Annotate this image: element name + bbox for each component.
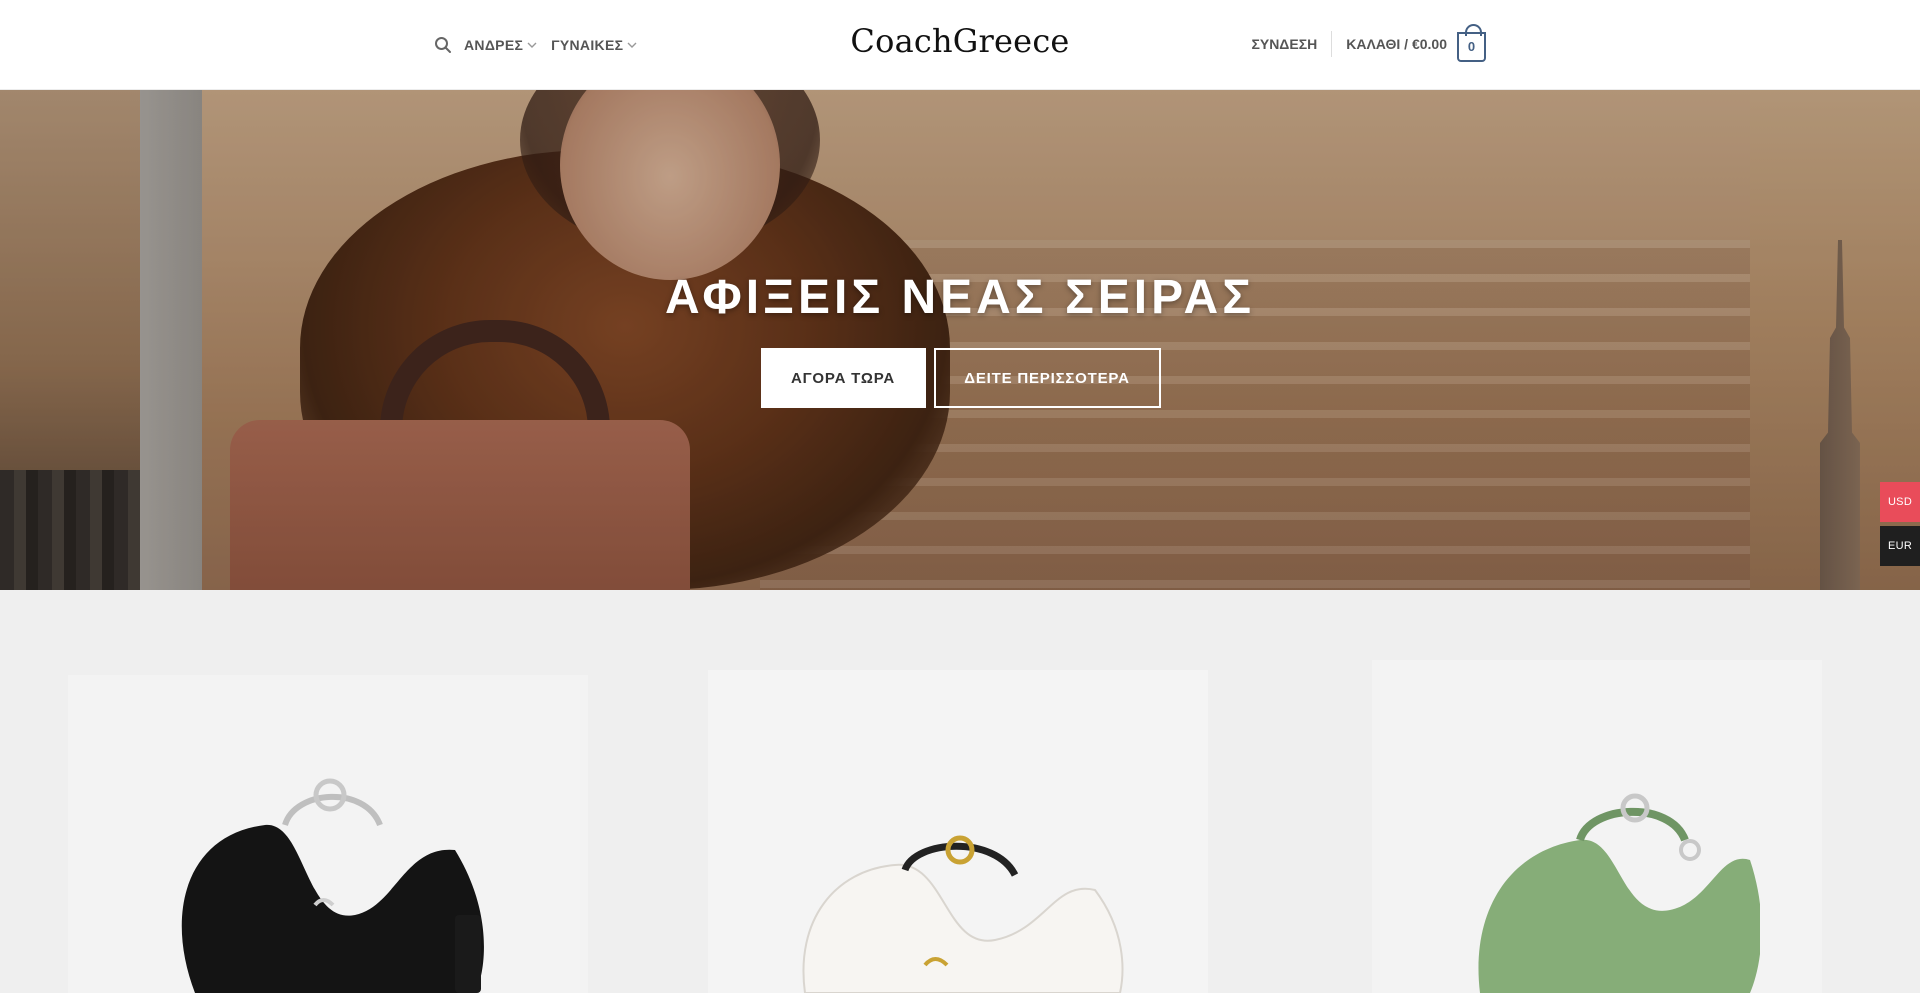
nav-item-label: ΑΝΔΡΕΣ xyxy=(464,37,524,53)
chevron-down-icon xyxy=(527,42,537,48)
chevron-down-icon xyxy=(627,42,637,48)
hero-content: ΑΦΙΞΕΙΣ ΝΕΑΣ ΣΕΙΡΑΣ ΑΓΟΡΑ ΤΩΡΑ ΔΕΙΤΕ ΠΕΡ… xyxy=(0,90,1920,590)
hero-title: ΑΦΙΞΕΙΣ ΝΕΑΣ ΣΕΙΡΑΣ xyxy=(664,271,1256,324)
nav-item-label: ΓΥΝΑΙΚΕΣ xyxy=(551,37,624,53)
main-nav: ΑΝΔΡΕΣ ΓΥΝΑΙΚΕΣ xyxy=(434,30,651,60)
account-nav: ΣΥΝΔΕΣΗ ΚΑΛΑΘΙ / €0.00 0 xyxy=(1251,23,1486,62)
currency-eur-button[interactable]: EUR xyxy=(1880,526,1920,566)
cart-count: 0 xyxy=(1467,39,1476,54)
nav-item-women[interactable]: ΓΥΝΑΙΚΕΣ xyxy=(551,37,637,53)
hero-banner: ΑΦΙΞΕΙΣ ΝΕΑΣ ΣΕΙΡΑΣ ΑΓΟΡΑ ΤΩΡΑ ΔΕΙΤΕ ΠΕΡ… xyxy=(0,90,1920,590)
white-handbag-image[interactable] xyxy=(795,830,1135,993)
green-handbag-image[interactable] xyxy=(1470,780,1760,993)
login-link[interactable]: ΣΥΝΔΕΣΗ xyxy=(1251,31,1333,57)
see-more-button[interactable]: ΔΕΙΤΕ ΠΕΡΙΣΣΟΤΕΡΑ xyxy=(933,348,1161,408)
black-handbag-image[interactable] xyxy=(155,765,495,993)
nav-item-men[interactable]: ΑΝΔΡΕΣ xyxy=(464,37,537,53)
hero-buttons: ΑΓΟΡΑ ΤΩΡΑ ΔΕΙΤΕ ΠΕΡΙΣΣΟΤΕΡΑ xyxy=(0,348,1920,408)
currency-usd-button[interactable]: USD xyxy=(1880,482,1920,522)
cart-bag-icon[interactable]: 0 xyxy=(1457,23,1486,62)
site-header: ΑΝΔΡΕΣ ΓΥΝΑΙΚΕΣ CoachGreece ΣΥΝΔΕΣΗ ΚΑΛΑ… xyxy=(0,0,1920,90)
search-icon[interactable] xyxy=(434,36,452,54)
site-logo-container: CoachGreece xyxy=(0,22,1920,60)
shop-now-button[interactable]: ΑΓΟΡΑ ΤΩΡΑ xyxy=(760,348,926,408)
cart-link[interactable]: ΚΑΛΑΘΙ / €0.00 xyxy=(1346,36,1447,52)
site-logo[interactable]: CoachGreece xyxy=(850,22,1069,60)
